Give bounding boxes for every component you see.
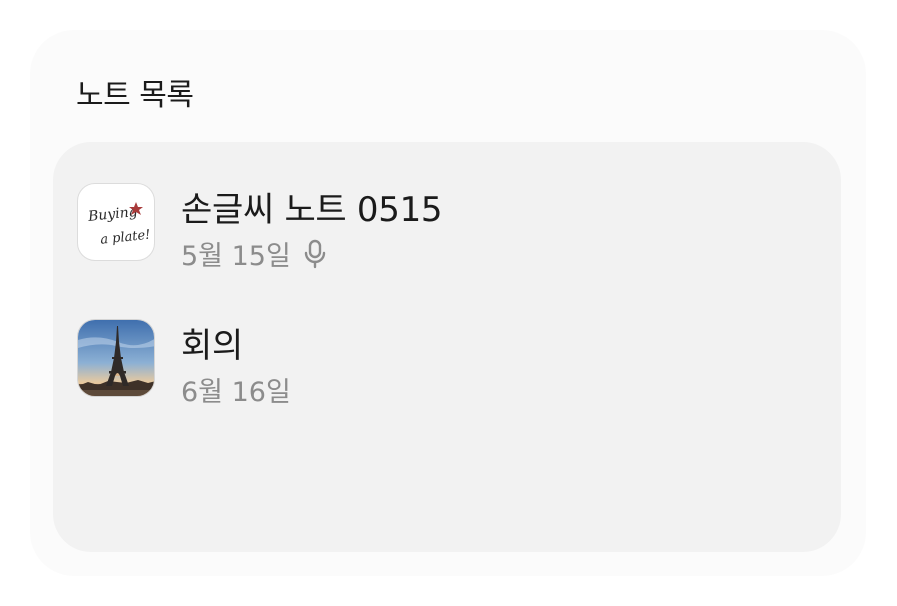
note-meta: 5월 15일 [181,234,327,273]
note-thumbnail: Buying a plate! [77,183,155,261]
note-date: 6월 16일 [181,377,291,408]
microphone-icon [304,239,326,268]
thumbnail-handwriting-text: a plate! [100,228,152,248]
handwriting-thumbnail: Buying a plate! [86,202,152,248]
note-date: 5월 15일 [181,241,291,272]
note-list-item[interactable]: 회의 6월 16일 [77,308,817,408]
note-title: 회의 [181,326,243,366]
note-list-item[interactable]: Buying a plate! 손글씨 노트 0515 5월 15일 [77,172,817,272]
note-title: 손글씨 노트 0515 [181,190,443,230]
notes-list-widget: 노트 목록 Buying a plate! 손글씨 노트 0515 5월 15일 [30,30,866,576]
notes-list: Buying a plate! 손글씨 노트 0515 5월 15일 회의 6월… [53,142,841,552]
widget-title: 노트 목록 [76,78,194,113]
note-meta: 6월 16일 [181,370,291,409]
eiffel-tower-photo-thumbnail [78,320,154,396]
note-thumbnail [77,319,155,397]
